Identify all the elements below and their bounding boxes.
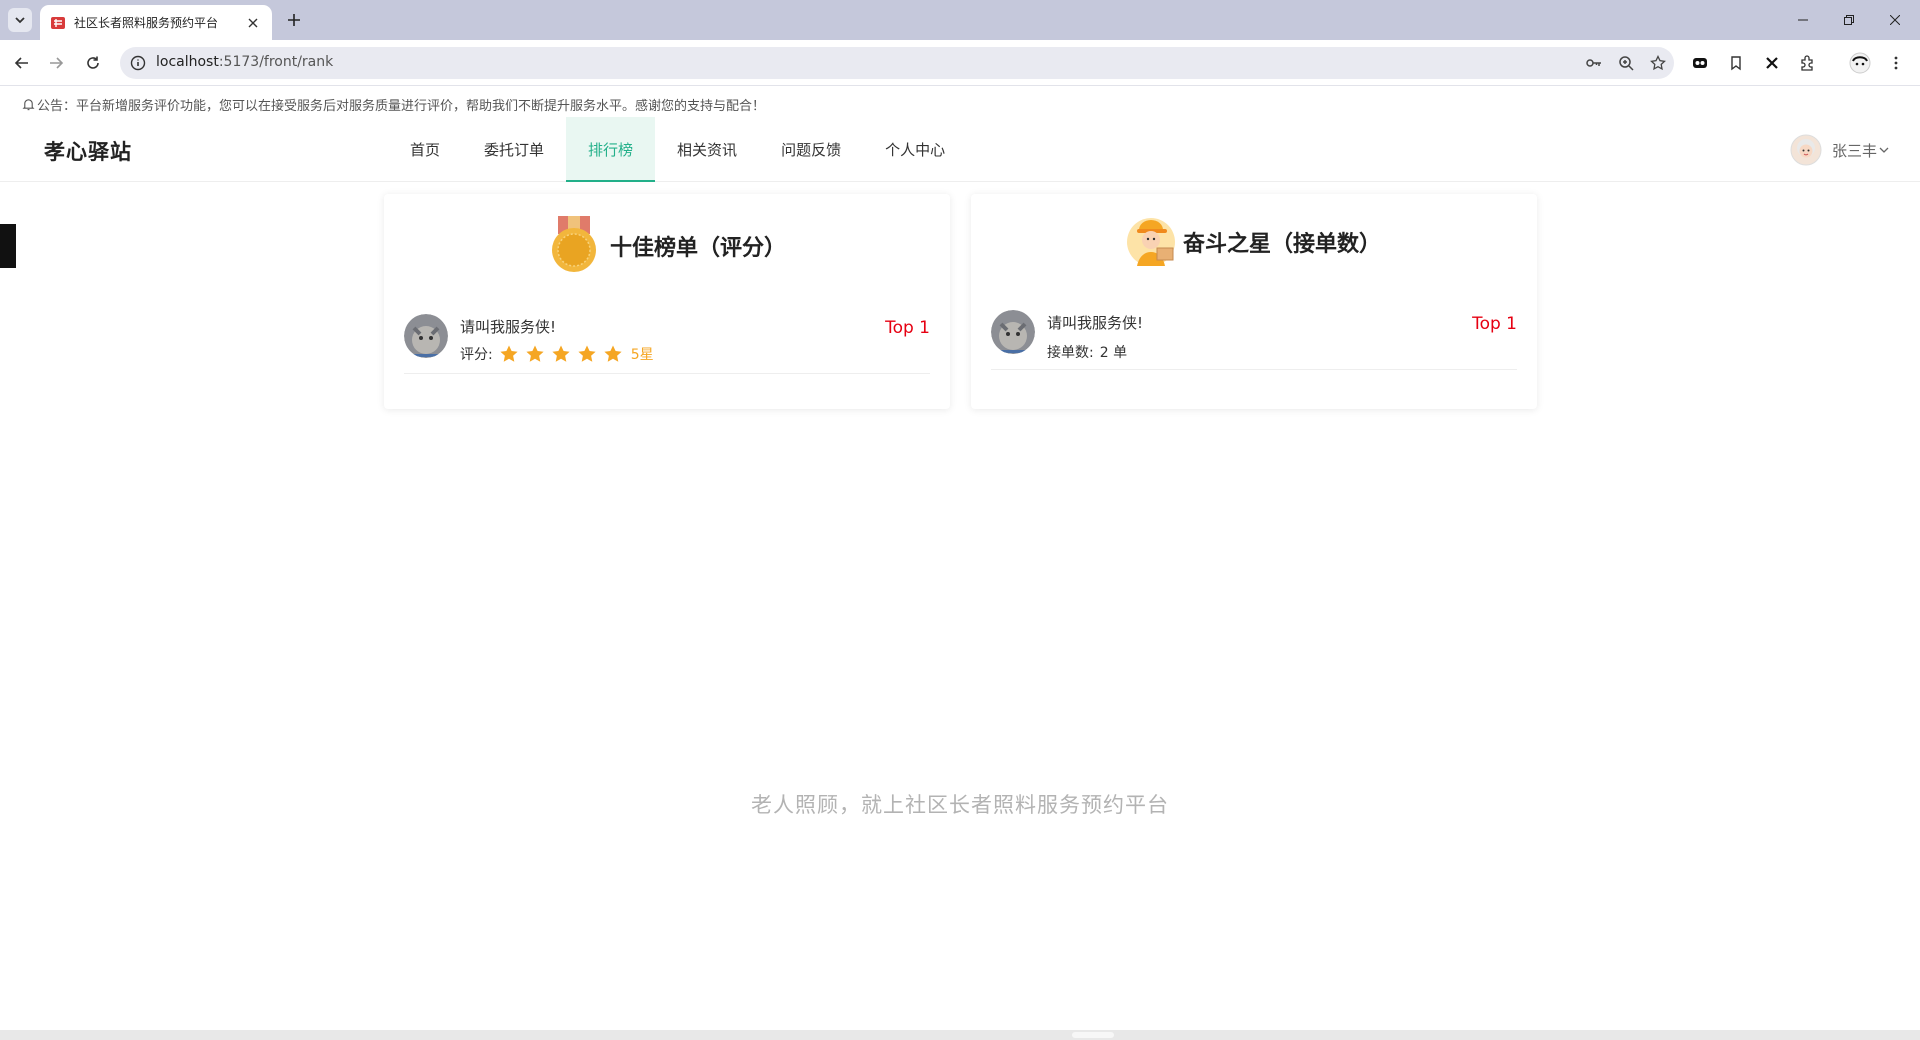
nav-item-news[interactable]: 相关资讯 — [655, 117, 759, 181]
nav-item-rank[interactable]: 排行榜 — [566, 117, 656, 182]
side-floating-tab[interactable] — [0, 224, 16, 268]
score-label: 评分: — [460, 347, 493, 363]
nav-label: 个人中心 — [885, 140, 946, 159]
profile-avatar-icon[interactable] — [1848, 51, 1872, 75]
announcement-text: 公告：平台新增服务评价功能，您可以在接受服务后对服务质量进行评价，帮助我们不断提… — [37, 99, 766, 114]
orders-label: 接单数: — [1047, 345, 1094, 361]
nav-item-home[interactable]: 首页 — [388, 117, 462, 181]
user-name: 张三丰 — [1832, 141, 1878, 160]
plus-icon — [288, 14, 300, 26]
orders-card-title: 奋斗之星（接单数） — [1182, 232, 1381, 257]
footer-slogan: 老人照顾，就上社区长者照料服务预约平台 — [751, 793, 1169, 817]
star-icon — [578, 345, 596, 362]
star-icon — [500, 345, 518, 362]
rank-orders: 接单数: 2 单 — [1047, 342, 1127, 362]
url-text: localhost:5173/front/rank — [156, 54, 333, 70]
tab-close-icon[interactable] — [244, 14, 262, 32]
rank-name: 请叫我服务侠! — [1047, 314, 1144, 332]
nav-label: 首页 — [410, 140, 441, 159]
rank-row: 请叫我服务侠! 接单数: 2 单 Top 1 — [991, 300, 1517, 370]
url-host: localhost — [156, 54, 219, 70]
site-header: 孝心驿站 首页 委托订单 排行榜 相关资讯 问题反馈 个人中心 张三丰 — [0, 117, 1920, 182]
reload-button[interactable] — [79, 49, 107, 77]
announcement-bar: 公告：平台新增服务评价功能，您可以在接受服务后对服务质量进行评价，帮助我们不断提… — [22, 95, 765, 114]
rating-rank-card: 十佳榜单（评分） 请叫我服务侠! 评分: 5星 Top 1 — [384, 194, 950, 409]
extension-icon[interactable] — [1688, 51, 1712, 75]
star-icon — [604, 345, 622, 362]
restore-button[interactable] — [1826, 0, 1872, 40]
star-text: 5星 — [630, 347, 654, 363]
site-logo[interactable]: 孝心驿站 — [44, 136, 132, 166]
arrow-right-icon — [50, 57, 64, 69]
site-favicon-icon — [51, 16, 65, 29]
browser-toolbar: localhost:5173/front/rank — [0, 40, 1920, 86]
user-menu[interactable]: 张三丰 — [1790, 134, 1890, 166]
horizontal-scrollbar[interactable] — [0, 1030, 1920, 1040]
forward-button[interactable] — [42, 49, 70, 77]
star-rating: 5星 — [499, 344, 654, 364]
new-tab-button[interactable] — [282, 8, 306, 32]
rating-card-title: 十佳榜单（评分） — [609, 236, 786, 261]
scrollbar-thumb[interactable] — [1072, 1032, 1114, 1038]
bookmark-star-icon[interactable] — [1648, 53, 1668, 73]
rating-card-header: 十佳榜单（评分） — [384, 216, 950, 276]
medal-icon — [551, 216, 596, 272]
browser-tab[interactable]: 社区长者照料服务预约平台 — [40, 5, 272, 40]
bookmark-icon[interactable] — [1724, 51, 1748, 75]
puzzle-icon[interactable] — [1796, 51, 1820, 75]
rank-score: 评分: 5星 — [460, 344, 654, 364]
rank-badge: Top 1 — [885, 318, 930, 338]
orders-card-header: 奋斗之星（接单数） — [971, 216, 1537, 268]
orders-rank-card: 奋斗之星（接单数） 请叫我服务侠! 接单数: 2 单 Top 1 — [971, 194, 1537, 409]
orders-value: 2 单 — [1099, 345, 1128, 361]
tab-search-button[interactable] — [8, 8, 32, 32]
chevron-down-icon — [15, 17, 25, 24]
nav-label: 相关资讯 — [677, 140, 738, 159]
more-menu-icon[interactable] — [1884, 51, 1908, 75]
x-extension-icon[interactable] — [1760, 51, 1784, 75]
nav-label: 委托订单 — [484, 140, 545, 159]
password-key-icon[interactable] — [1584, 53, 1604, 73]
avatar — [404, 314, 448, 358]
main-nav: 首页 委托订单 排行榜 相关资讯 问题反馈 个人中心 — [388, 117, 967, 182]
chevron-down-icon — [1879, 147, 1889, 153]
rank-row: 请叫我服务侠! 评分: 5星 Top 1 — [404, 304, 930, 374]
rank-badge: Top 1 — [1472, 314, 1517, 334]
nav-item-feedback[interactable]: 问题反馈 — [759, 117, 863, 181]
delivery-man-icon — [1126, 218, 1175, 266]
arrow-left-icon — [14, 57, 28, 69]
star-icon — [552, 345, 570, 362]
star-icon — [526, 345, 544, 362]
minimize-icon — [1798, 19, 1808, 21]
tab-title: 社区长者照料服务预约平台 — [74, 16, 219, 30]
site-info-icon[interactable] — [128, 53, 148, 73]
page-content: 公告：平台新增服务评价功能，您可以在接受服务后对服务质量进行评价，帮助我们不断提… — [0, 87, 1920, 1030]
browser-tabbar: 社区长者照料服务预约平台 — [0, 0, 1920, 40]
nav-label: 排行榜 — [588, 140, 634, 159]
close-icon — [1890, 15, 1900, 25]
url-path: :5173/front/rank — [218, 54, 334, 70]
avatar — [991, 310, 1035, 354]
minimize-button[interactable] — [1780, 0, 1826, 40]
zoom-icon[interactable] — [1616, 53, 1636, 73]
user-avatar — [1790, 134, 1822, 166]
nav-item-profile[interactable]: 个人中心 — [863, 117, 967, 181]
back-button[interactable] — [8, 49, 36, 77]
restore-icon — [1844, 15, 1854, 25]
rank-name: 请叫我服务侠! — [460, 318, 557, 336]
address-bar[interactable]: localhost:5173/front/rank — [120, 47, 1674, 79]
reload-icon — [87, 56, 99, 69]
nav-item-orders[interactable]: 委托订单 — [462, 117, 566, 181]
nav-label: 问题反馈 — [781, 140, 842, 159]
close-window-button[interactable] — [1872, 0, 1918, 40]
bell-icon — [22, 99, 35, 111]
